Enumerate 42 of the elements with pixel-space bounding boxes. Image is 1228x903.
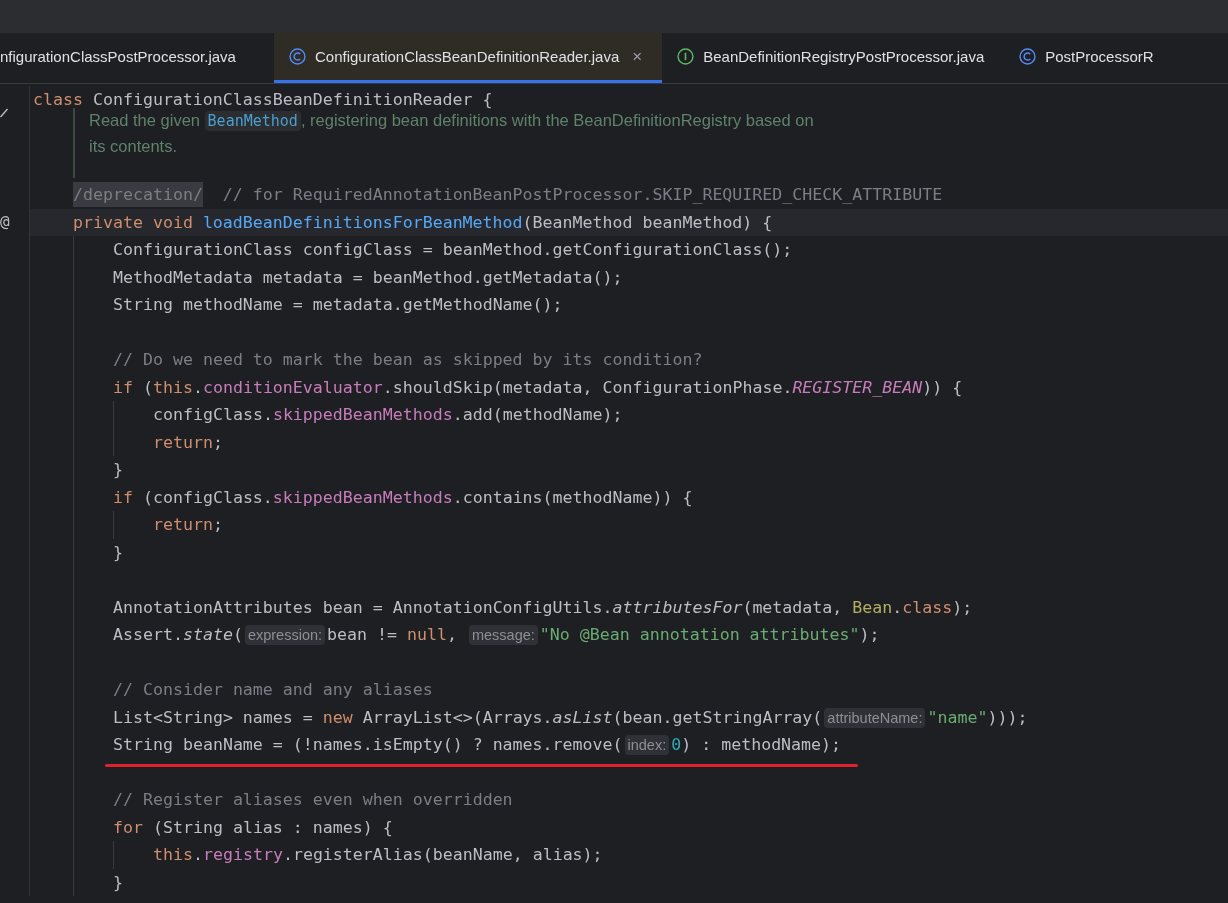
code-text: this.registry.registerAlias(beanName, alias); bbox=[153, 845, 603, 864]
pen-icon[interactable] bbox=[0, 107, 8, 118]
code-text: List<String> names = new ArrayList<>(Arrays.asList(bean.getStringArray( bbox=[113, 707, 823, 727]
code-text: AnnotationAttributes bean = AnnotationConfigUtils.attributesFor(metadata, Bean.class); bbox=[113, 597, 973, 617]
class-icon bbox=[288, 48, 306, 65]
class-icon bbox=[1019, 48, 1037, 65]
editor-tab[interactable]: ConfigurationClassBeanDefinitionReader.java × bbox=[273, 33, 663, 83]
inlay-hint: index: bbox=[624, 735, 670, 755]
code-text: private void loadBeanDefinitionsForBeanMethod(BeanMethod beanMethod) { bbox=[73, 212, 773, 232]
code-text: // Do we need to mark the bean as skipped by its condition? bbox=[113, 350, 703, 369]
code-text: } bbox=[113, 542, 123, 562]
code-text: MethodMetadata metadata = beanMethod.getMetadata(); bbox=[113, 267, 623, 287]
code-text: return; bbox=[153, 432, 223, 452]
editor-tab[interactable]: PostProcessorR bbox=[1004, 33, 1174, 83]
inlay-hint: expression: bbox=[244, 625, 326, 645]
code-text: } bbox=[113, 460, 123, 479]
code-text: String methodName = metadata.getMethodName(); bbox=[113, 295, 563, 314]
code-text: /deprecation/ // for RequiredAnnotationBeanPostProcessor.SKIP_REQUIRED_CHECK_ATTRIBUTE bbox=[73, 182, 943, 207]
code-text: if (configClass.skippedBeanMethods.contains(methodName)) { bbox=[113, 487, 693, 507]
code-text: for (String alias : names) { bbox=[113, 817, 393, 837]
code-text: class ConfigurationClassBeanDefinitionReader { bbox=[33, 90, 493, 109]
code-text: if (this.conditionEvaluator.shouldSkip(metadata, ConfigurationPhase.REGISTER_BEAN)) { bbox=[113, 377, 963, 397]
code-text: String beanName = (!names.isEmpty() ? names.remove( bbox=[113, 735, 623, 754]
close-button[interactable]: × bbox=[632, 46, 643, 67]
code-text: "No @Bean annotation attributes"); bbox=[539, 625, 880, 644]
code-text: bean != null, bbox=[327, 625, 458, 644]
code-text: return; bbox=[153, 515, 223, 534]
inlay-hint: message: bbox=[468, 625, 538, 645]
code-text: ConfigurationClass configClass = beanMethod.getConfigurationClass(); bbox=[113, 240, 793, 259]
code-text: // Register aliases even when overridden bbox=[113, 790, 513, 809]
gutter-mark[interactable]: @ bbox=[0, 211, 10, 232]
code-text: configClass.skippedBeanMethods.add(methodName); bbox=[153, 405, 623, 424]
inlay-hint: attributeName: bbox=[824, 707, 926, 728]
code-text: // Consider name and any aliases bbox=[113, 680, 433, 699]
code-text: } bbox=[113, 872, 123, 892]
code-text: 0) : methodName); bbox=[671, 735, 842, 754]
doc-comment: Read the given BeanMethod , registering bean definitions with the BeanDefinitionRegistry based on its contents. bbox=[73, 107, 1228, 178]
editor-tab[interactable]: BeanDefinitionRegistryPostProcessor.java bbox=[662, 33, 1005, 83]
interface-icon bbox=[677, 48, 695, 65]
editor-tab[interactable]: nfigurationClassPostProcessor.java bbox=[0, 33, 274, 83]
code-text: "name"))); bbox=[927, 707, 1028, 727]
code-text: Assert.state( bbox=[113, 625, 243, 644]
